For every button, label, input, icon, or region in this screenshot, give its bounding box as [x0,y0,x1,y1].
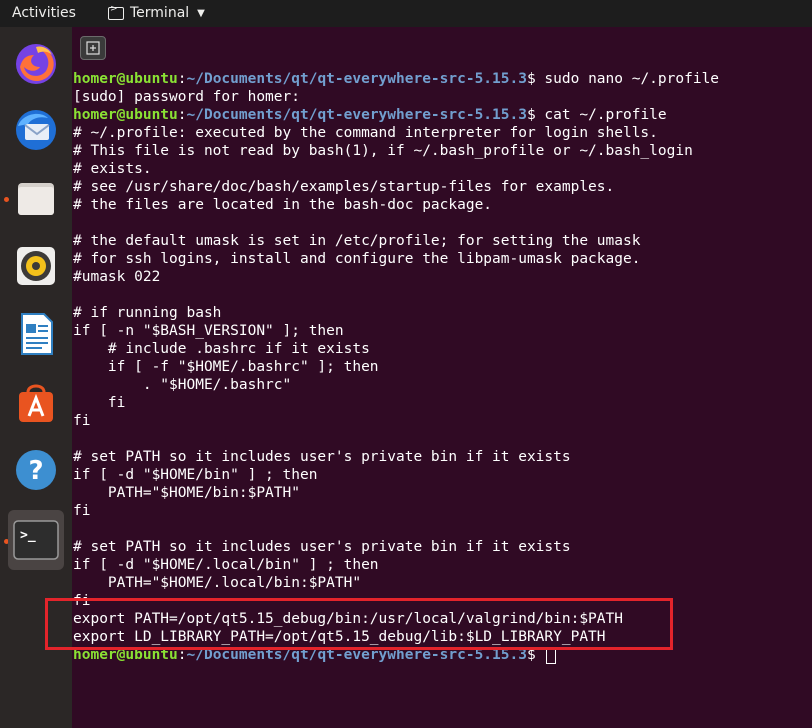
caret-down-icon: ▼ [197,7,205,19]
app-menu-label: Terminal [130,5,190,21]
speaker-icon [17,247,55,285]
prompt-user: homer@ubuntu [73,71,178,87]
output-line: fi [73,413,91,429]
new-tab-button[interactable] [80,36,106,60]
prompt-user: homer@ubuntu [73,107,178,123]
terminal-header-bar [72,27,812,69]
output-line: # see /usr/share/doc/bash/examples/start… [73,179,615,195]
output-line: if [ -d "$HOME/bin" ] ; then [73,467,318,483]
output-line: fi [73,395,126,411]
activities-button[interactable]: Activities [12,5,76,21]
output-line: if [ -d "$HOME/.local/bin" ] ; then [73,557,379,573]
dock-item-thunderbird[interactable] [8,102,64,158]
output-line: # set PATH so it includes user's private… [73,449,571,465]
highlight-box [45,598,673,650]
dock-item-writer[interactable] [8,306,64,362]
prompt-line: homer@ubuntu:~/Documents/qt/qt-everywher… [73,71,720,87]
top-bar: Activities Terminal ▼ [0,0,812,27]
output-line: # if running bash [73,305,222,321]
help-icon: ? [16,450,56,490]
new-tab-icon [86,41,100,55]
output-line: PATH="$HOME/bin:$PATH" [73,485,300,501]
dock-item-files[interactable] [8,170,64,226]
output-line: # This file is not read by bash(1), if ~… [73,143,693,159]
dock-item-terminal[interactable]: >_ [8,510,64,570]
dock-item-help[interactable]: ? [8,442,64,498]
terminal-app-icon [108,4,124,20]
output-line: # the default umask is set in /etc/profi… [73,233,641,249]
output-line: # the files are located in the bash-doc … [73,197,493,213]
command-text: $ sudo nano ~/.profile [526,71,720,87]
output-line: if [ -n "$BASH_VERSION" ]; then [73,323,344,339]
dock-item-rhythmbox[interactable] [8,238,64,294]
svg-text:?: ? [28,456,43,486]
dock-item-software[interactable] [8,374,64,430]
output-line: fi [73,503,91,519]
folder-icon [18,183,54,215]
output-line: # ~/.profile: executed by the command in… [73,125,658,141]
output-line: # exists. [73,161,152,177]
dock-item-firefox[interactable] [8,35,64,91]
output-line: if [ -f "$HOME/.bashrc" ]; then [73,359,379,375]
output-line: # include .bashrc if it exists [73,341,370,357]
output-line: # set PATH so it includes user's private… [73,539,571,555]
prompt-path: ~/Documents/qt/qt-everywhere-src-5.15.3 [186,71,527,87]
terminal-icon: >_ [13,520,59,560]
prompt-line: homer@ubuntu:~/Documents/qt/qt-everywher… [73,107,667,123]
command-text: $ cat ~/.profile [526,107,667,123]
app-menu[interactable]: Terminal ▼ [108,4,205,21]
output-line: # for ssh logins, install and configure … [73,251,641,267]
svg-text:>_: >_ [20,528,36,543]
output-line: #umask 022 [73,269,161,285]
thunderbird-icon [16,110,56,150]
shopping-bag-icon [19,384,53,422]
output-line: PATH="$HOME/.local/bin:$PATH" [73,575,362,591]
output-line: . "$HOME/.bashrc" [73,377,292,393]
output-line: [sudo] password for homer: [73,89,300,105]
prompt-path: ~/Documents/qt/qt-everywhere-src-5.15.3 [186,107,527,123]
document-icon [21,313,53,355]
firefox-icon [16,44,56,84]
